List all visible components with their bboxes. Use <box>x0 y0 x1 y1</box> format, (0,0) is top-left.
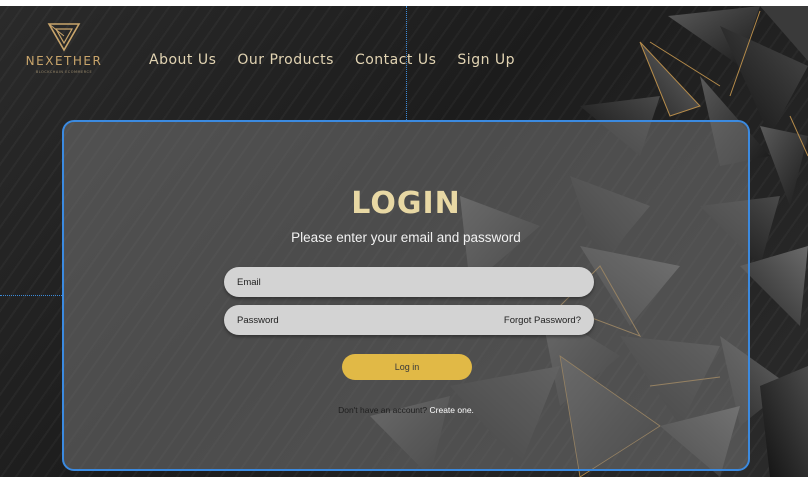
layout-guide-horizontal <box>0 295 62 296</box>
nav-sign-up[interactable]: Sign Up <box>457 52 515 68</box>
create-account-link[interactable]: Create one. <box>430 405 474 415</box>
brand-logo[interactable]: NEXETHER BLOCKCHAIN ECOMMERCE <box>14 22 114 74</box>
password-field[interactable]: Password Forgot Password? <box>224 305 594 335</box>
brand-name: NEXETHER <box>25 54 103 68</box>
signup-prompt-text: Don't have an account? <box>338 405 428 415</box>
email-placeholder: Email <box>237 276 261 288</box>
nav-our-products[interactable]: Our Products <box>237 52 334 68</box>
nav-about-us[interactable]: About Us <box>149 52 216 68</box>
login-subtitle: Please enter your email and password <box>291 230 521 245</box>
brand-tagline: BLOCKCHAIN ECOMMERCE <box>35 70 93 74</box>
signup-prompt-line: Don't have an account? Create one. <box>64 405 748 415</box>
login-button[interactable]: Log in <box>342 354 472 380</box>
page-background: NEXETHER BLOCKCHAIN ECOMMERCE About Us O… <box>0 6 808 477</box>
main-nav: About Us Our Products Contact Us Sign Up <box>149 52 515 68</box>
forgot-password-link[interactable]: Forgot Password? <box>504 315 581 326</box>
login-title: LOGIN <box>351 186 461 221</box>
password-placeholder: Password <box>237 314 279 326</box>
login-card: LOGIN Please enter your email and passwo… <box>62 120 750 471</box>
nav-contact-us[interactable]: Contact Us <box>355 52 436 68</box>
email-field[interactable]: Email <box>224 267 594 297</box>
triangle-logo-icon <box>47 23 81 52</box>
